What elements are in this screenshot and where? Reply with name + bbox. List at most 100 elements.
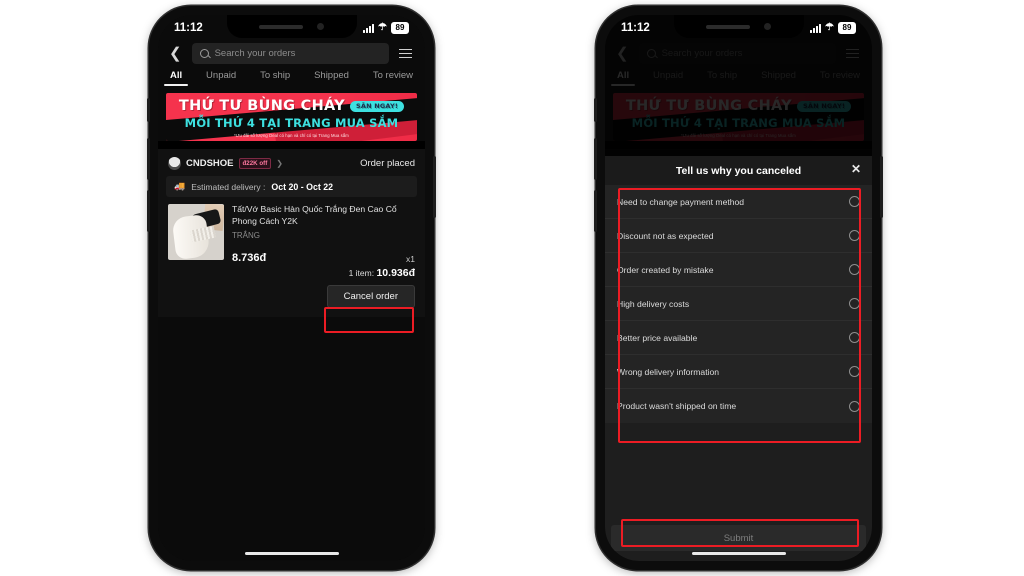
status-indicators: ☂ 89 (363, 22, 409, 34)
modal-spacer (605, 423, 872, 525)
product-title: Tất/Vớ Basic Hàn Quốc Trắng Đen Cao Cổ P… (232, 204, 397, 226)
radio-button[interactable] (849, 332, 860, 343)
reason-option-better-price[interactable]: Better price available (605, 321, 872, 355)
reason-label: Need to change payment method (617, 196, 745, 207)
order-total-label: 1 item: (348, 268, 375, 279)
product-price: 8.736đ (232, 252, 267, 265)
radio-button[interactable] (849, 230, 860, 241)
screenshot-stage: 11:12 ☂ 89 ❮ Search your orders All Unpa… (0, 0, 1024, 576)
silent-switch[interactable] (594, 98, 597, 122)
front-camera (764, 23, 771, 30)
volume-down-button[interactable] (147, 190, 150, 232)
wifi-icon: ☂ (825, 22, 834, 33)
volume-down-button[interactable] (594, 190, 597, 232)
reason-label: Wrong delivery information (617, 366, 720, 377)
cancel-reason-list: Need to change payment method Discount n… (605, 185, 872, 423)
radio-button[interactable] (849, 400, 860, 412)
reason-label: Product wasn't shipped on time (617, 401, 737, 411)
phone-screen-right: 11:12 ☂ 89 ❮ Search your orders (605, 15, 872, 561)
estimated-delivery-label: Estimated delivery : (191, 181, 266, 192)
volume-up-button[interactable] (147, 138, 150, 180)
banner-content: THỨ TƯ BÙNG CHÁY SĂN NGAY! MỖI THỨ 4 TẠI… (166, 93, 417, 138)
cellular-signal-icon (810, 23, 822, 33)
shop-avatar (168, 157, 181, 170)
hamburger-menu-icon[interactable] (396, 46, 415, 62)
reason-label: High delivery costs (617, 298, 690, 309)
back-button[interactable]: ❮ (166, 44, 185, 63)
banner-subheadline: MỖI THỨ 4 TẠI TRANG MUA SẮM (184, 116, 399, 130)
earpiece-speaker (259, 24, 303, 29)
order-total-value: 10.936đ (376, 267, 415, 280)
battery-indicator: 89 (391, 22, 409, 34)
power-button[interactable] (433, 156, 436, 218)
tab-shipped[interactable]: Shipped (314, 70, 349, 86)
tab-all[interactable]: All (163, 70, 189, 86)
reason-option-wrong-delivery-info[interactable]: Wrong delivery information (605, 355, 872, 389)
shop-name[interactable]: CNDSHOE (186, 158, 234, 169)
order-actions: Cancel order (158, 279, 425, 309)
silent-switch[interactable] (147, 98, 150, 122)
product-price-row: 8.736đ x1 (232, 252, 415, 264)
front-camera (317, 23, 324, 30)
order-item-row[interactable]: Tất/Vớ Basic Hàn Quốc Trắng Đen Cao Cổ P… (158, 197, 425, 264)
reason-label: Discount not as expected (617, 230, 714, 241)
reason-option-not-shipped-on-time[interactable]: Product wasn't shipped on time (605, 389, 872, 423)
notch (673, 15, 804, 38)
order-status-tabs: All Unpaid To ship Shipped To review (158, 64, 425, 86)
promo-banner[interactable]: THỨ TƯ BÙNG CHÁY SĂN NGAY! MỖI THỨ 4 TẠI… (166, 93, 417, 141)
volume-up-button[interactable] (594, 138, 597, 180)
radio-button[interactable] (849, 366, 860, 377)
shop-row[interactable]: CNDSHOE đ22K off ❯ Order placed (158, 149, 425, 176)
tab-to-review[interactable]: To review (373, 70, 413, 86)
earpiece-speaker (706, 24, 750, 29)
radio-button[interactable] (849, 298, 860, 309)
cellular-signal-icon (363, 23, 375, 33)
status-time: 11:12 (174, 22, 203, 34)
banner-cta-pill: SĂN NGAY! (350, 100, 405, 112)
radio-button[interactable] (849, 264, 860, 275)
reason-label: Better price available (617, 332, 698, 343)
status-time: 11:12 (621, 22, 650, 34)
search-input[interactable]: Search your orders (191, 43, 389, 64)
tab-unpaid[interactable]: Unpaid (206, 70, 236, 86)
submit-button[interactable]: Submit (611, 525, 866, 551)
section-divider (158, 141, 425, 149)
reason-option-mistake[interactable]: Order created by mistake (605, 253, 872, 287)
reason-label: Order created by mistake (617, 264, 714, 275)
estimated-delivery-value: Oct 20 - Oct 22 (271, 181, 333, 192)
cancel-reason-modal: Tell us why you canceled ✕ Need to chang… (605, 156, 872, 561)
tab-to-ship[interactable]: To ship (260, 70, 290, 86)
close-x-icon[interactable]: ✕ (851, 163, 861, 175)
status-indicators: ☂ 89 (810, 22, 856, 34)
product-quantity: x1 (406, 254, 415, 265)
phone-mockup-right: 11:12 ☂ 89 ❮ Search your orders (594, 6, 883, 570)
order-item-info: Tất/Vớ Basic Hàn Quốc Trắng Đen Cao Cổ P… (232, 204, 415, 264)
product-variant: TRẮNG (232, 231, 260, 241)
banner-headline: THỨ TƯ BÙNG CHÁY SĂN NGAY! (178, 98, 405, 114)
modal-title: Tell us why you canceled (675, 165, 802, 177)
order-card: CNDSHOE đ22K off ❯ Order placed 🚚 Estima… (158, 149, 425, 318)
order-status-label: Order placed (360, 158, 415, 169)
search-placeholder: Search your orders (214, 48, 296, 59)
app-header: ❮ Search your orders (158, 41, 425, 64)
estimated-delivery-row: 🚚 Estimated delivery : Oct 20 - Oct 22 (166, 176, 417, 197)
home-indicator[interactable] (244, 551, 339, 555)
delivery-truck-icon: 🚚 (174, 181, 186, 191)
shop-discount-badge: đ22K off (238, 158, 272, 169)
notch (226, 15, 357, 38)
home-indicator[interactable] (691, 551, 786, 555)
radio-button[interactable] (849, 196, 860, 207)
battery-indicator: 89 (838, 22, 856, 34)
power-button[interactable] (880, 156, 883, 218)
phone-mockup-left: 11:12 ☂ 89 ❮ Search your orders All Unpa… (147, 6, 436, 570)
reason-option-discount[interactable]: Discount not as expected (605, 219, 872, 253)
search-icon (199, 49, 209, 58)
banner-fine-print: *Ưu đãi số lượng Deal có hạn và chỉ có t… (234, 133, 349, 138)
reason-option-delivery-costs[interactable]: High delivery costs (605, 287, 872, 321)
phone-screen-left: 11:12 ☂ 89 ❮ Search your orders All Unpa… (158, 15, 425, 561)
banner-headline-text: THỨ TƯ BÙNG CHÁY (178, 98, 345, 114)
modal-header: Tell us why you canceled ✕ (605, 156, 872, 185)
reason-option-payment-method[interactable]: Need to change payment method (605, 185, 872, 219)
cancel-order-button[interactable]: Cancel order (326, 285, 415, 309)
wifi-icon: ☂ (378, 22, 387, 33)
